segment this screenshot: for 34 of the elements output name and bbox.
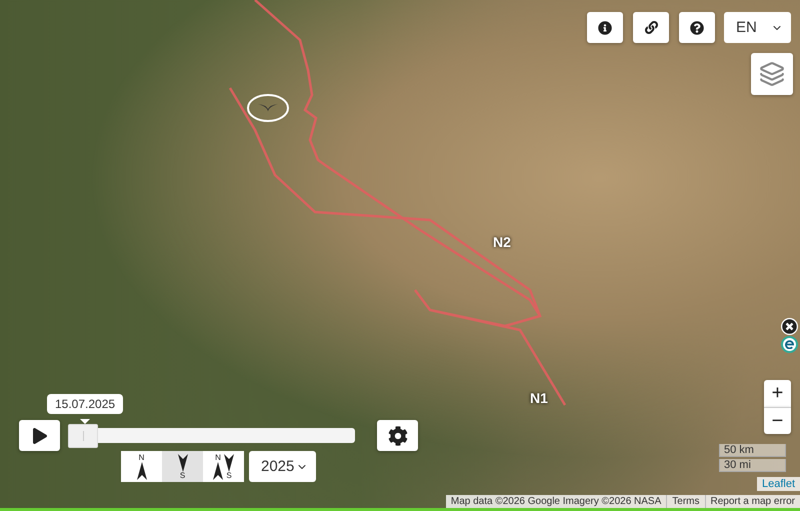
direction-button[interactable]: N S bbox=[203, 451, 244, 482]
layers-button[interactable] bbox=[751, 53, 793, 95]
e-circle-icon[interactable] bbox=[781, 336, 798, 353]
zoom-in-button[interactable]: + bbox=[764, 380, 791, 407]
bird-marker-icon[interactable] bbox=[246, 93, 291, 123]
scale-bar: 50 km bbox=[719, 444, 786, 457]
scale-bar: 30 mi bbox=[719, 459, 786, 472]
info-button[interactable] bbox=[587, 12, 623, 43]
settings-button[interactable] bbox=[377, 420, 418, 451]
timeline-slider[interactable] bbox=[68, 424, 355, 448]
satellite-map[interactable]: N2 N1 EN + − 50 km 30 mi Leaflet Map data ©2026 Google Imagery ©2026 NASA Terms Report a map error 15.07.2025 N S N S 2025 bbox=[0, 0, 800, 508]
play-button[interactable] bbox=[19, 420, 60, 451]
link-button[interactable] bbox=[633, 12, 669, 43]
route-label: N1 bbox=[530, 390, 548, 406]
link-icon bbox=[644, 21, 658, 34]
settings-icon bbox=[388, 426, 408, 446]
help-icon bbox=[690, 20, 704, 34]
attribution-link[interactable]: Terms bbox=[666, 495, 705, 508]
date-tooltip: 15.07.2025 bbox=[47, 394, 124, 414]
attribution-link[interactable]: Map data ©2026 Google Imagery ©2026 NASA bbox=[446, 495, 666, 508]
help-button[interactable] bbox=[679, 12, 715, 43]
route-label: N2 bbox=[493, 234, 511, 250]
direction-button[interactable]: N bbox=[121, 451, 162, 482]
zoom-out-button[interactable]: − bbox=[764, 407, 791, 434]
play-icon bbox=[32, 428, 48, 444]
layers-icon bbox=[759, 61, 785, 87]
info-icon bbox=[598, 20, 612, 34]
direction-button[interactable]: S bbox=[162, 451, 203, 482]
year-select[interactable]: 2025 bbox=[249, 451, 316, 482]
attribution-link[interactable]: Report a map error bbox=[704, 495, 800, 508]
language-select[interactable]: EN bbox=[724, 12, 791, 43]
close-icon[interactable] bbox=[781, 318, 798, 335]
leaflet-link[interactable]: Leaflet bbox=[756, 477, 800, 491]
slider-thumb[interactable] bbox=[68, 424, 98, 448]
